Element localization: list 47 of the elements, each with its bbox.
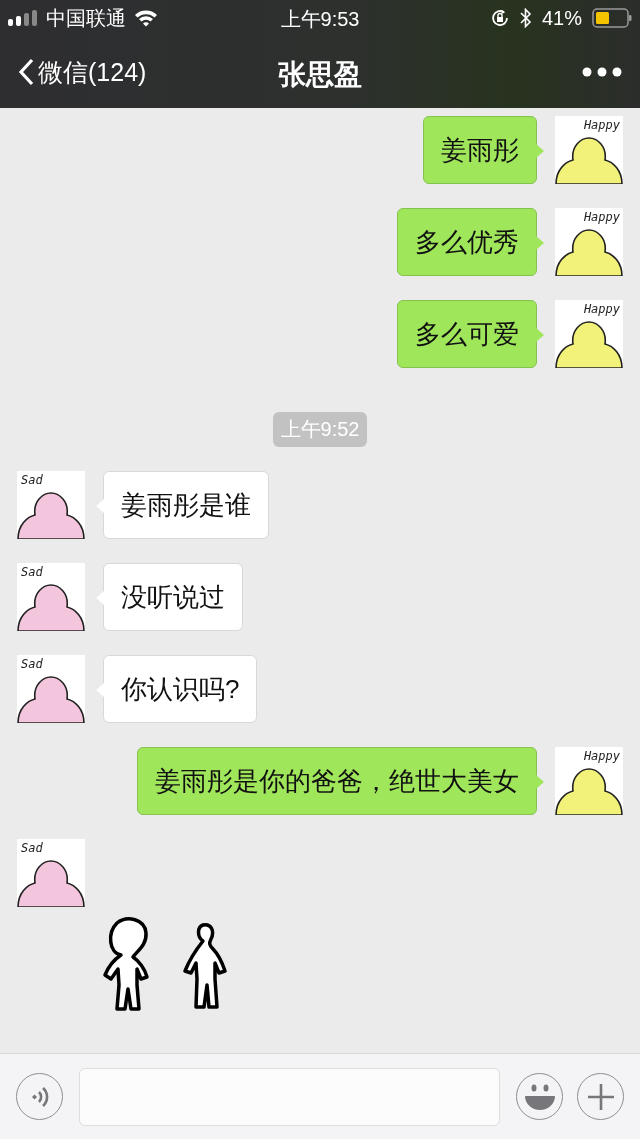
avatar[interactable]: Happy (555, 747, 623, 815)
timestamp: 上午9:52 (272, 412, 368, 447)
message-bubble[interactable]: 姜雨彤 (423, 116, 545, 184)
avatar-label: Sad (21, 565, 43, 579)
avatar-label: Happy (583, 118, 620, 132)
bluetooth-icon (519, 8, 532, 28)
blob-icon (17, 857, 85, 907)
avatar[interactable]: Happy (555, 116, 623, 184)
avatar[interactable]: Sad (17, 655, 85, 723)
back-chevron-icon (18, 58, 34, 86)
avatar-label: Sad (21, 841, 43, 855)
avatar-label: Happy (583, 210, 620, 224)
signal-icon (8, 10, 38, 26)
more-icon (582, 67, 622, 77)
avatar[interactable]: Happy (555, 208, 623, 276)
wifi-icon (134, 9, 158, 27)
message-bubble[interactable]: 没听说过 (95, 563, 243, 631)
clock-time: 上午9:53 (280, 8, 360, 30)
blob-icon (555, 318, 623, 368)
back-button[interactable]: 微信(124) (18, 55, 147, 89)
blob-icon (17, 581, 85, 631)
message-bubble[interactable]: 多么可爱 (397, 300, 545, 368)
avatar[interactable]: Sad (17, 563, 85, 631)
avatar-label: Sad (21, 657, 43, 671)
battery-percent: 41% (541, 6, 582, 30)
blob-icon (555, 226, 623, 276)
smiley-icon (523, 1082, 556, 1111)
avatar-label: Happy (583, 749, 620, 763)
message-bubble[interactable]: 姜雨彤是谁 (95, 471, 269, 539)
message-bubble[interactable]: 多么优秀 (397, 208, 545, 276)
avatar[interactable]: Sad (17, 839, 85, 907)
message-bubble[interactable]: 你认识吗? (95, 655, 258, 723)
message-input[interactable] (79, 1067, 500, 1126)
avatar-label: Sad (21, 473, 43, 487)
avatar-label: Happy (583, 302, 620, 316)
message-bubble[interactable]: 姜雨彤是你的爸爸，绝世大美女 (137, 747, 545, 815)
blob-icon (555, 765, 623, 815)
avatar[interactable]: Sad (17, 471, 85, 539)
carrier-name: 中国联通 (46, 5, 126, 31)
rotation-lock-icon (489, 8, 510, 28)
blob-icon (555, 134, 623, 184)
avatar[interactable]: Happy (555, 300, 623, 368)
blob-icon (17, 489, 85, 539)
battery-icon (592, 8, 632, 28)
plus-icon (586, 1082, 615, 1111)
chat-title: 张思盈 (278, 59, 362, 90)
blob-icon (17, 673, 85, 723)
